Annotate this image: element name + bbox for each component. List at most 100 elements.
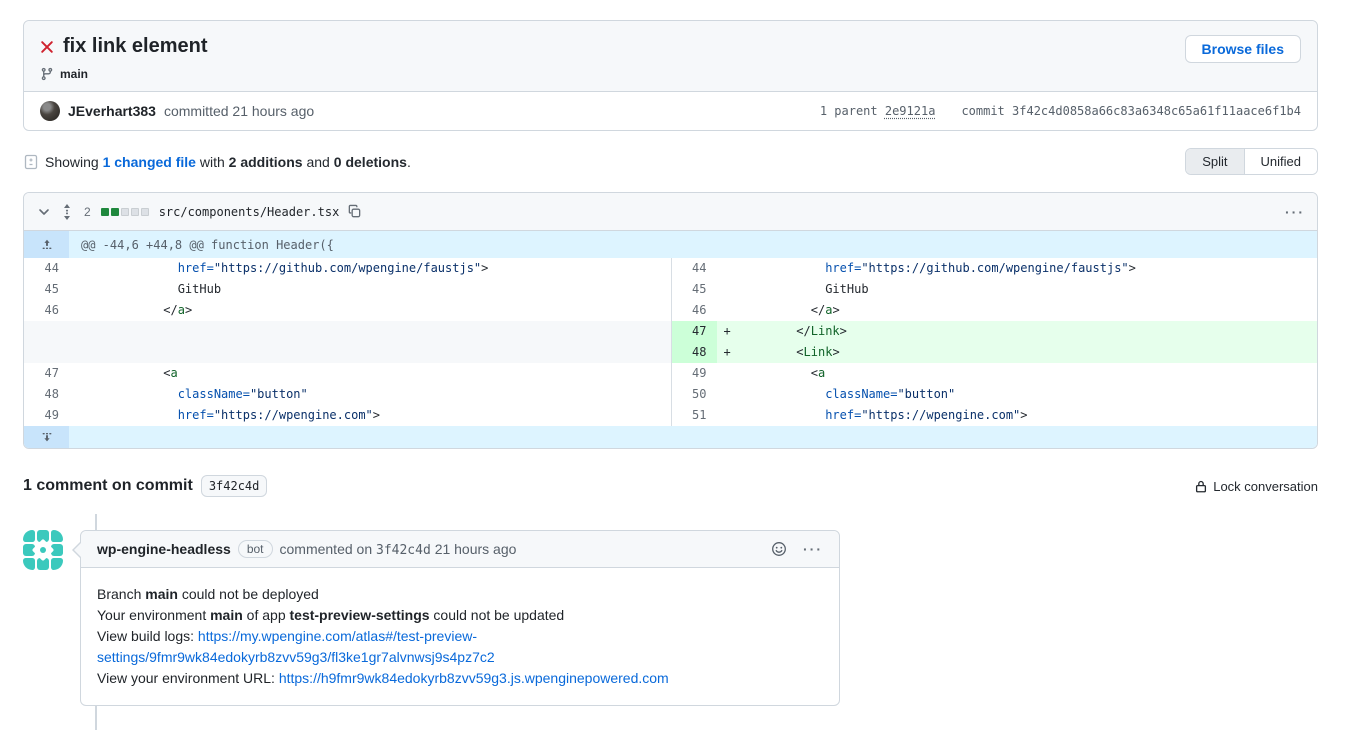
line-code: className="button" — [69, 384, 671, 405]
lock-conversation-button[interactable]: Lock conversation — [1194, 479, 1318, 494]
code-segment: a — [818, 366, 825, 380]
comment-bold-text: main — [145, 586, 178, 602]
diffstat-blocks — [101, 208, 149, 216]
line-number[interactable]: 48 — [672, 342, 717, 363]
browse-files-button[interactable]: Browse files — [1185, 35, 1301, 63]
line-number[interactable]: 48 — [24, 384, 69, 405]
code-segment: "https://github.com/wpengine/faustjs" — [214, 261, 481, 275]
parent-label: 1 parent — [820, 104, 885, 118]
comment-header: wp-engine-headless bot commented on 3f42… — [81, 531, 839, 568]
committer-name[interactable]: JEverhart383 — [68, 103, 156, 119]
comment-meta-sha[interactable]: 3f42c4d — [376, 543, 431, 558]
file-options-kebab-icon[interactable]: ··· — [1285, 204, 1305, 220]
committer-avatar[interactable] — [40, 101, 60, 121]
comment-text: Your environment — [97, 607, 210, 623]
diffstat-filled-block — [101, 208, 109, 216]
diff-line: 46 </a> — [672, 300, 1318, 321]
line-number[interactable]: 44 — [24, 258, 69, 279]
line-number — [24, 321, 69, 342]
diffstat-empty-block — [131, 208, 139, 216]
comment-body-line: View build logs: https://my.wpengine.com… — [97, 626, 823, 668]
branch-name[interactable]: main — [60, 67, 88, 81]
changes-count: 2 — [84, 205, 91, 219]
grabber-icon[interactable] — [60, 204, 74, 220]
split-view-button[interactable]: Split — [1186, 149, 1244, 174]
expand-down-button[interactable] — [24, 426, 69, 448]
code-segment: className= — [825, 387, 897, 401]
file-diff-icon — [23, 154, 39, 170]
add-reaction-smiley-icon[interactable] — [771, 541, 787, 557]
comment-text: View build logs: — [97, 628, 198, 644]
code-segment: > — [832, 303, 839, 317]
code-segment — [739, 261, 826, 275]
line-code: <a — [717, 363, 1318, 384]
comment-options-kebab-icon[interactable]: ··· — [803, 541, 823, 557]
line-number[interactable]: 47 — [24, 363, 69, 384]
commit-sha-chip: 3f42c4d — [201, 475, 268, 497]
expand-row-filler — [69, 426, 1317, 448]
line-number[interactable]: 50 — [672, 384, 717, 405]
diff-line: 47 <a — [24, 363, 671, 384]
diff-line: 49 href="https://wpengine.com"> — [24, 405, 671, 426]
comment-bold-text: main — [210, 607, 243, 623]
line-code — [69, 321, 671, 342]
committed-time: committed 21 hours ago — [164, 103, 314, 119]
line-number[interactable]: 49 — [24, 405, 69, 426]
line-number[interactable]: 44 — [672, 258, 717, 279]
code-segment: "https://wpengine.com" — [861, 408, 1020, 422]
diff-line: 50 className="button" — [672, 384, 1318, 405]
commit-header-card: fix link element main Browse files JEver… — [23, 20, 1318, 131]
line-code: className="button" — [717, 384, 1318, 405]
comment-author-link[interactable]: wp-engine-headless — [97, 541, 231, 557]
diff-line: 45 GitHub — [672, 279, 1318, 300]
comment-body: Branch main could not be deployedYour en… — [81, 568, 839, 705]
line-number[interactable]: 51 — [672, 405, 717, 426]
code-segment: Link — [811, 324, 840, 338]
code-segment — [91, 261, 178, 275]
parent-commit: 1 parent 2e9121a — [820, 104, 936, 118]
line-number[interactable]: 49 — [672, 363, 717, 384]
bot-avatar-dot — [40, 547, 46, 553]
copy-path-icon[interactable] — [347, 204, 362, 219]
comment-text: View your environment URL: — [97, 670, 279, 686]
commit-head-left: fix link element main — [40, 35, 208, 81]
comment-bold-text: test-preview-settings — [290, 607, 430, 623]
expand-up-button[interactable] — [24, 231, 69, 258]
changed-files-link[interactable]: 1 changed file — [103, 154, 196, 170]
diff-line: 46 </a> — [24, 300, 671, 321]
line-code: <a — [69, 363, 671, 384]
line-code: href="https://github.com/wpengine/faustj… — [717, 258, 1318, 279]
deletions-count: 0 deletions — [334, 154, 407, 170]
parent-sha-link[interactable]: 2e9121a — [885, 104, 936, 118]
line-number[interactable]: 45 — [672, 279, 717, 300]
line-number[interactable]: 47 — [672, 321, 717, 342]
line-number[interactable]: 46 — [672, 300, 717, 321]
code-segment: href= — [825, 261, 861, 275]
full-commit-sha: commit 3f42c4d0858a66c83a6348c65a61f11aa… — [961, 104, 1301, 118]
diff-line: 44 href="https://github.com/wpengine/fau… — [672, 258, 1318, 279]
additions-count: 2 additions — [229, 154, 303, 170]
line-code: </a> — [69, 300, 671, 321]
collapse-file-chevron-down-icon[interactable] — [36, 204, 52, 220]
comment-body-line: Branch main could not be deployed — [97, 584, 823, 605]
commit-page: fix link element main Browse files JEver… — [0, 0, 1351, 706]
commit-head: fix link element main Browse files — [24, 21, 1317, 91]
comments-heading-row: 1 comment on commit 3f42c4d Lock convers… — [23, 475, 1318, 497]
comment-link[interactable]: https://h9fmr9wk84edokyrb8zvv59g3.js.wpe… — [279, 670, 669, 686]
code-segment: a — [178, 303, 185, 317]
line-number[interactable]: 45 — [24, 279, 69, 300]
code-segment: GitHub — [739, 282, 869, 296]
bot-avatar[interactable] — [23, 530, 63, 570]
code-segment: > — [481, 261, 488, 275]
code-segment: </ — [739, 303, 826, 317]
bot-badge: bot — [238, 540, 273, 558]
line-number[interactable]: 46 — [24, 300, 69, 321]
diff-line: 45 GitHub — [24, 279, 671, 300]
code-segment: href= — [178, 261, 214, 275]
unified-view-button[interactable]: Unified — [1245, 149, 1317, 174]
code-segment: className= — [178, 387, 250, 401]
added-marker: + — [724, 342, 731, 363]
diff-file-header: 2 src/components/Header.tsx ··· — [24, 193, 1317, 231]
code-segment — [739, 408, 826, 422]
comment-body-line: Your environment main of app test-previe… — [97, 605, 823, 626]
